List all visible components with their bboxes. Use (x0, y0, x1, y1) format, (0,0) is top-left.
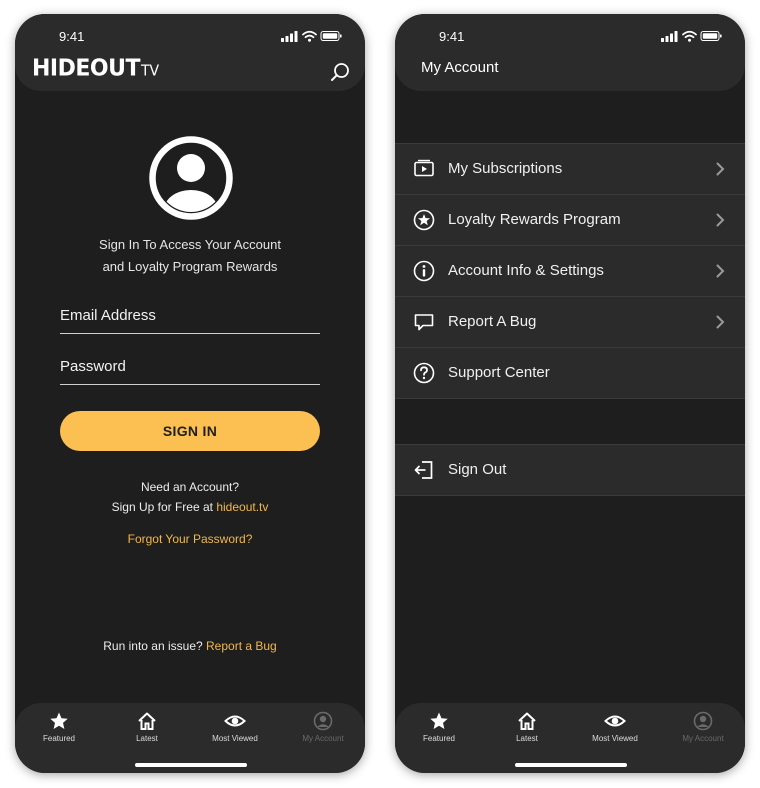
menu-item-loyalty-rewards[interactable]: Loyalty Rewards Program (395, 195, 745, 246)
star-circle-icon (413, 209, 435, 231)
account-icon (693, 711, 713, 731)
chat-bubble-icon (414, 314, 434, 331)
sign-in-screen: 9:41 HIDEOUTTV Sign In To Access Your Ac… (15, 14, 365, 773)
cellular-signal-icon (281, 31, 298, 42)
password-field[interactable]: Password (60, 354, 320, 385)
tab-my-account[interactable]: My Account (659, 711, 745, 743)
eye-icon (604, 715, 626, 727)
home-indicator (515, 763, 627, 767)
home-icon (518, 712, 536, 730)
wifi-icon (682, 30, 697, 39)
report-issue-line: Run into an issue? Report a Bug (103, 639, 277, 653)
top-bar: 9:41 HIDEOUTTV (15, 14, 365, 91)
status-icons (281, 30, 342, 42)
page-title: My Account (421, 59, 499, 76)
tab-latest[interactable]: Latest (483, 711, 571, 743)
account-menu: My Subscriptions Loyalty Rewards Program… (395, 143, 745, 399)
wifi-icon (302, 30, 317, 39)
top-bar: 9:41 My Account (395, 14, 745, 91)
tab-latest[interactable]: Latest (103, 711, 191, 743)
signup-link[interactable]: hideout.tv (216, 500, 268, 514)
need-account-text: Need an Account? (140, 480, 240, 494)
chevron-right-icon (716, 315, 725, 329)
tab-featured[interactable]: Featured (15, 711, 103, 743)
hideout-logo: HIDEOUTTV (32, 55, 160, 82)
tab-most-viewed[interactable]: Most Viewed (191, 711, 279, 743)
report-bug-link[interactable]: Report a Bug (206, 639, 277, 653)
menu-item-report-bug[interactable]: Report A Bug (395, 297, 745, 348)
home-icon (138, 712, 156, 730)
tab-most-viewed[interactable]: Most Viewed (571, 711, 659, 743)
menu-item-subscriptions[interactable]: My Subscriptions (395, 144, 745, 195)
email-placeholder: Email Address (60, 307, 156, 324)
sign-in-button[interactable]: SIGN IN (60, 411, 320, 451)
menu-item-support-center[interactable]: Support Center (395, 348, 745, 398)
question-circle-icon (413, 362, 435, 384)
menu-item-account-settings[interactable]: Account Info & Settings (395, 246, 745, 297)
sign-out-button[interactable]: Sign Out (395, 445, 745, 495)
chevron-right-icon (716, 213, 725, 227)
search-icon[interactable] (329, 61, 351, 83)
cellular-signal-icon (661, 31, 678, 42)
star-icon (430, 712, 448, 729)
chevron-right-icon (716, 162, 725, 176)
chevron-right-icon (716, 264, 725, 278)
user-avatar-icon (149, 136, 233, 220)
email-field[interactable]: Email Address (60, 303, 320, 334)
sign-out-group: Sign Out (395, 444, 745, 496)
tab-bar: Featured Latest Most Viewed My Account (395, 703, 745, 773)
status-time: 9:41 (439, 29, 465, 44)
sign-out-icon (414, 461, 433, 479)
tab-my-account[interactable]: My Account (279, 711, 365, 743)
star-icon (50, 712, 68, 729)
my-account-screen: 9:41 My Account My Subscriptions Loyalty… (395, 14, 745, 773)
account-icon (313, 711, 333, 731)
eye-icon (224, 715, 246, 727)
status-time: 9:41 (59, 29, 85, 44)
signup-line: Sign Up for Free at hideout.tv (111, 500, 269, 514)
sign-in-intro: Sign In To Access Your Account and Loyal… (99, 237, 281, 274)
tab-bar: Featured Latest Most Viewed My Account (15, 703, 365, 773)
battery-icon (320, 31, 342, 41)
play-screen-icon (414, 159, 434, 177)
password-placeholder: Password (60, 358, 126, 375)
battery-icon (700, 31, 722, 41)
forgot-password-link[interactable]: Forgot Your Password? (15, 532, 365, 546)
info-circle-icon (413, 260, 435, 282)
tab-featured[interactable]: Featured (395, 711, 483, 743)
home-indicator (135, 763, 247, 767)
status-icons (661, 30, 722, 42)
